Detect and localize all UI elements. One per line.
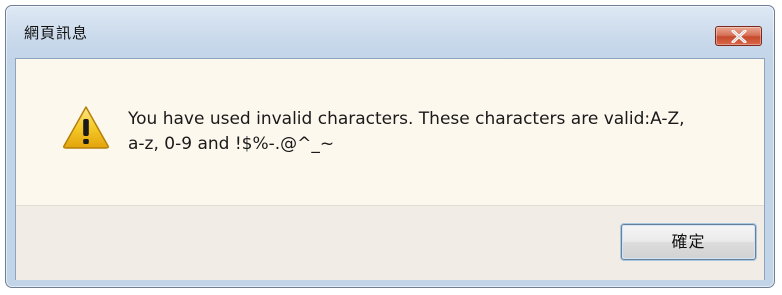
dialog-body: You have used invalid characters. These … xyxy=(15,58,765,280)
title-bar[interactable]: 網頁訊息 xyxy=(6,6,774,58)
close-icon xyxy=(731,30,747,43)
dialog-window: 網頁訊息 You have used invalid characters. T… xyxy=(5,5,775,288)
message-line-2: a-z, 0-9 and !$%-.@^_~ xyxy=(128,134,335,154)
window-title: 網頁訊息 xyxy=(24,24,89,42)
button-bar: 確定 xyxy=(16,205,764,280)
dialog-message: You have used invalid characters. These … xyxy=(128,107,748,157)
close-button[interactable] xyxy=(715,26,762,46)
ok-button[interactable]: 確定 xyxy=(621,224,756,260)
message-line-1: You have used invalid characters. These … xyxy=(128,109,685,129)
message-area: You have used invalid characters. These … xyxy=(16,59,764,205)
warning-icon xyxy=(63,106,109,149)
